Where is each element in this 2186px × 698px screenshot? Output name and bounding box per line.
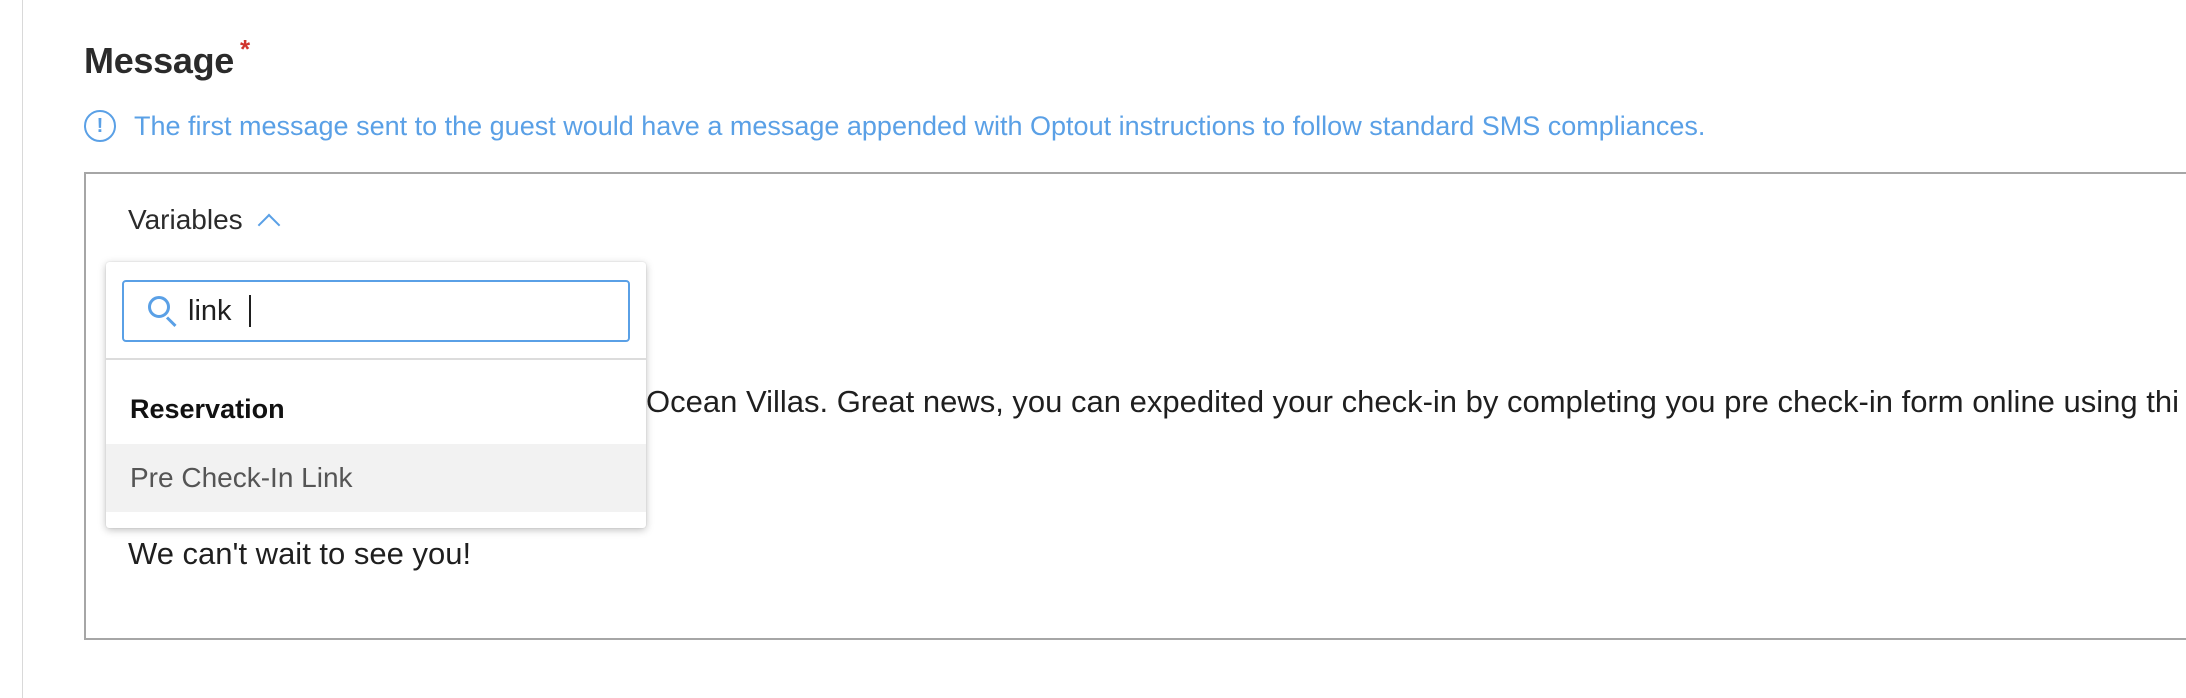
message-label: Message	[84, 40, 234, 81]
info-text: The first message sent to the guest woul…	[134, 110, 1706, 141]
variable-search-input[interactable]	[188, 294, 248, 328]
required-marker: *	[240, 34, 251, 64]
search-icon	[146, 294, 180, 328]
variable-group-header: Reservation	[130, 394, 285, 424]
message-body-line[interactable]: Ocean Villas. Great news, you can expedi…	[646, 384, 2179, 420]
text-caret	[249, 295, 251, 327]
variable-option-pre-check-in-link[interactable]: Pre Check-In Link	[106, 444, 646, 512]
message-label-row: Message *	[84, 34, 250, 82]
chevron-up-icon	[257, 213, 280, 237]
variables-toggle[interactable]: Variables	[128, 204, 280, 237]
variables-dropdown: Reservation Pre Check-In Link	[106, 262, 646, 528]
variable-search-box[interactable]	[122, 280, 630, 342]
left-divider	[22, 0, 23, 698]
info-circle-icon: !	[84, 110, 116, 142]
message-body-line[interactable]: We can't wait to see you!	[128, 536, 471, 572]
variables-label: Variables	[128, 204, 243, 235]
dropdown-divider	[106, 358, 646, 360]
info-notice: ! The first message sent to the guest wo…	[84, 110, 1705, 142]
